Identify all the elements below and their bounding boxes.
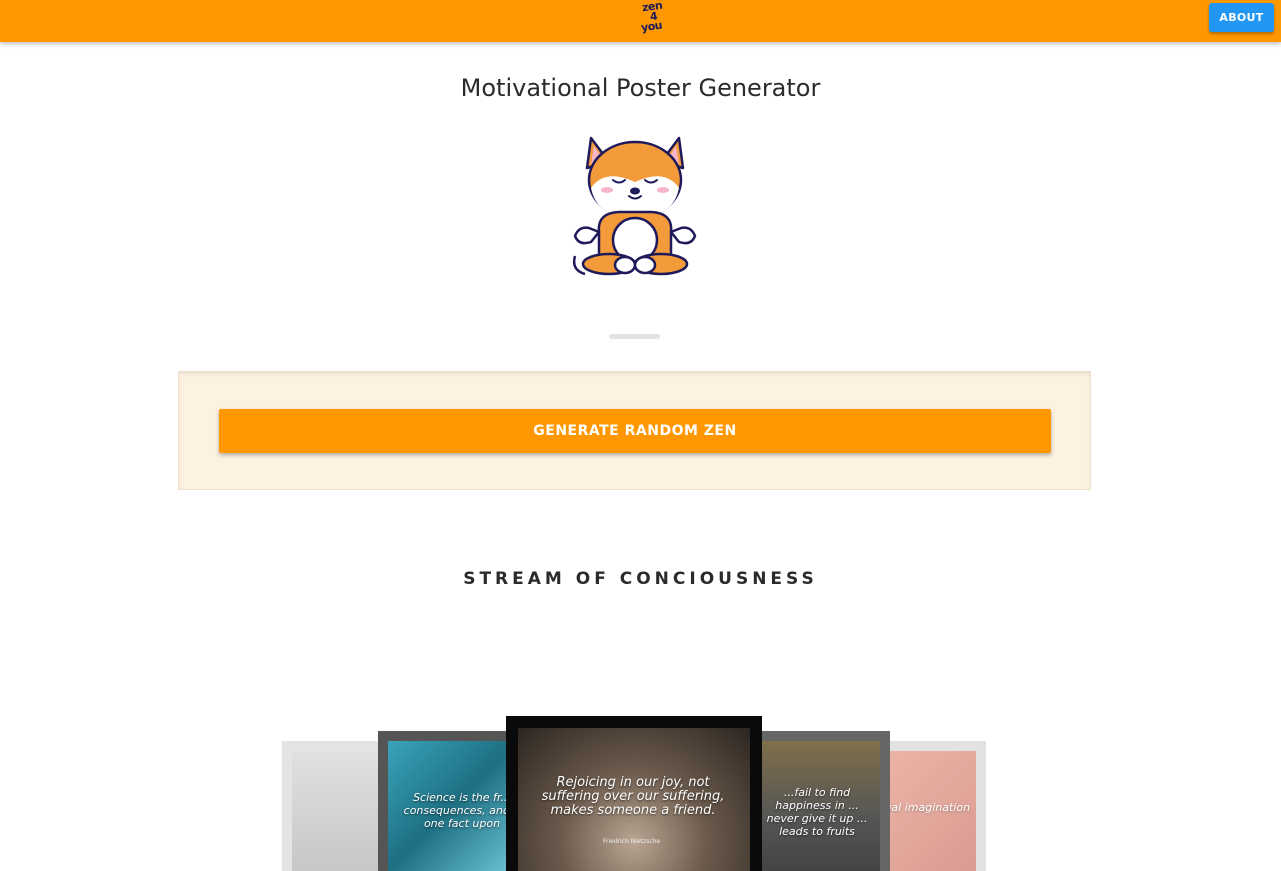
poster-image: ...fail to find happiness in ... never g… bbox=[750, 741, 880, 871]
zen4you-logo[interactable]: zen 4 you bbox=[640, 0, 671, 35]
page-title: Motivational Poster Generator bbox=[460, 74, 821, 102]
poster-card-active[interactable]: Rejoicing in our joy, not suffering over… bbox=[506, 716, 762, 871]
poster-author: Friedrich Nietzsche bbox=[603, 838, 661, 845]
top-app-bar: zen 4 you ABOUT bbox=[0, 0, 1281, 42]
generator-panel: GENERATE RANDOM ZEN bbox=[178, 371, 1091, 490]
meditating-shiba-mascot bbox=[569, 128, 701, 280]
logo-text-line: you bbox=[640, 18, 663, 35]
poster-card[interactable]: ...fail to find happiness in ... never g… bbox=[740, 731, 890, 871]
poster-quote: ...fail to find happiness in ... never g… bbox=[766, 786, 868, 838]
poster-image: Rejoicing in our joy, not suffering over… bbox=[518, 728, 750, 871]
carousel-indicator bbox=[609, 334, 660, 339]
poster-quote: Science is the fr... consequences, and..… bbox=[403, 791, 518, 830]
poster-quote: Rejoicing in our joy, not suffering over… bbox=[541, 775, 725, 818]
poster-image: Science is the fr... consequences, and..… bbox=[388, 741, 518, 871]
about-button[interactable]: ABOUT bbox=[1209, 3, 1274, 32]
stream-section-title: STREAM OF CONCIOUSNESS bbox=[463, 569, 818, 589]
generate-random-zen-button[interactable]: GENERATE RANDOM ZEN bbox=[219, 409, 1051, 453]
